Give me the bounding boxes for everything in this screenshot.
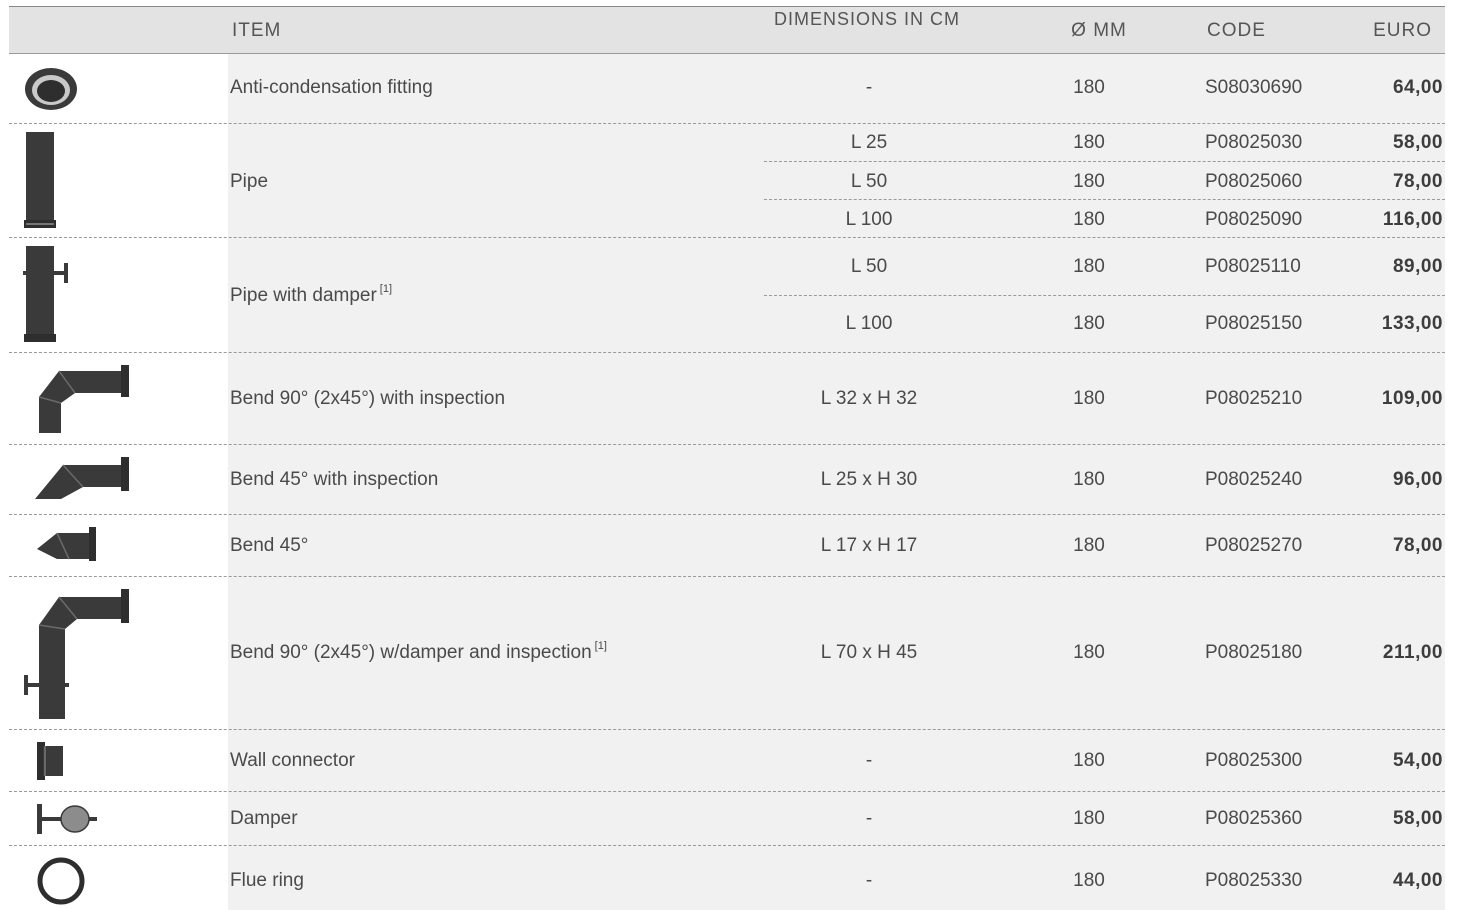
item-name: Anti-condensation fitting xyxy=(230,77,433,98)
price: 96,00 xyxy=(1392,469,1443,490)
diameter: 180 xyxy=(1073,870,1105,891)
code: P08025180 xyxy=(1205,642,1303,663)
price: 78,00 xyxy=(1392,171,1443,192)
code: P08025360 xyxy=(1205,808,1303,829)
table-row: Bend 90° (2x45°) w/damper and inspection… xyxy=(9,577,1445,730)
diameter: 180 xyxy=(1073,642,1105,663)
header-code: CODE xyxy=(1207,20,1266,41)
table-header: ITEM DIMENSIONS IN CM Ø MM CODE EURO xyxy=(9,7,1445,54)
code: P08025210 xyxy=(1205,388,1303,409)
price: 109,00 xyxy=(1381,388,1443,409)
price: 116,00 xyxy=(1382,209,1443,230)
pipe-icon xyxy=(24,132,56,228)
bend-90-damper-icon xyxy=(24,589,129,719)
diameter: 180 xyxy=(1073,469,1105,490)
dimension: L 50 xyxy=(850,256,888,277)
code: P08025300 xyxy=(1205,750,1303,771)
flue-ring-icon xyxy=(37,857,85,905)
diameter: 180 xyxy=(1073,313,1105,334)
diameter: 180 xyxy=(1073,750,1105,771)
table-row: Flue ring - 180 P08025330 44,00 xyxy=(9,846,1445,910)
footnote-marker: [1] xyxy=(594,640,607,652)
price: 211,00 xyxy=(1382,642,1443,663)
dimension: - xyxy=(865,77,873,98)
anti-condensation-fitting-icon xyxy=(25,68,77,110)
dimension: - xyxy=(865,750,873,771)
table-row: Anti-condensation fitting - 180 S0803069… xyxy=(9,54,1445,124)
code: P08025090 xyxy=(1205,209,1303,230)
diameter: 180 xyxy=(1073,132,1105,153)
table-row: Damper - 180 P08025360 58,00 xyxy=(9,792,1445,846)
code: P08025110 xyxy=(1205,256,1301,277)
header-euro: EURO xyxy=(1373,20,1432,41)
item-name: Damper xyxy=(230,808,298,829)
item-name: Bend 90° (2x45°) w/damper and inspection… xyxy=(230,640,607,664)
pipe-with-damper-icon xyxy=(23,246,68,342)
code: P08025150 xyxy=(1205,313,1303,334)
dimension: L 32 x H 32 xyxy=(820,388,918,409)
code: S08030690 xyxy=(1205,77,1303,98)
diameter: 180 xyxy=(1073,256,1105,277)
dimension: - xyxy=(865,808,873,829)
wall-connector-icon xyxy=(37,742,63,780)
dimension: L 100 xyxy=(845,209,893,230)
price: 78,00 xyxy=(1392,535,1443,556)
damper-icon xyxy=(37,804,97,834)
dimension: L 25 xyxy=(850,132,888,153)
diameter: 180 xyxy=(1073,209,1105,230)
item-name-text: Pipe with damper xyxy=(230,285,377,306)
header-dimensions: DIMENSIONS IN CM xyxy=(773,9,960,29)
dimension: L 100 xyxy=(845,313,893,334)
diameter: 180 xyxy=(1073,388,1105,409)
item-name: Wall connector xyxy=(230,750,355,771)
code: P08025240 xyxy=(1205,469,1303,490)
header-diameter: Ø MM xyxy=(1071,20,1127,41)
table-row: Bend 90° (2x45°) with inspection L 32 x … xyxy=(9,353,1445,445)
diameter: 180 xyxy=(1073,171,1105,192)
item-name: Bend 45° with inspection xyxy=(230,469,439,490)
dimension: L 25 x H 30 xyxy=(820,469,918,490)
diameter: 180 xyxy=(1073,77,1105,98)
dimension: L 50 xyxy=(850,171,888,192)
item-name: Bend 45° xyxy=(230,535,309,556)
price: 64,00 xyxy=(1392,77,1443,98)
dimension: L 17 x H 17 xyxy=(820,535,918,556)
table-row: Pipe L 25 180 P08025030 58,00 L 50 180 P… xyxy=(9,124,1445,238)
price: 133,00 xyxy=(1381,313,1443,334)
price: 58,00 xyxy=(1392,808,1443,829)
table-row: Bend 45° with inspection L 25 x H 30 180… xyxy=(9,445,1445,515)
item-name: Pipe with damper [1] xyxy=(230,283,393,307)
price: 44,00 xyxy=(1392,870,1443,891)
price: 58,00 xyxy=(1392,132,1443,153)
bend-45-inspection-icon xyxy=(35,457,129,499)
table-row: Pipe with damper [1] L 50 180 P08025110 8… xyxy=(9,238,1445,353)
item-name: Flue ring xyxy=(230,870,304,891)
item-name-text: Bend 90° (2x45°) w/damper and inspection xyxy=(230,642,592,663)
table-row: Wall connector - 180 P08025300 54,00 xyxy=(9,730,1445,792)
code: P08025030 xyxy=(1205,132,1303,153)
item-name: Bend 90° (2x45°) with inspection xyxy=(230,388,506,409)
price: 89,00 xyxy=(1392,256,1443,277)
table-row: Bend 45° L 17 x H 17 180 P08025270 78,00 xyxy=(9,515,1445,577)
code: P08025270 xyxy=(1205,535,1303,556)
footnote-marker: [1] xyxy=(379,283,393,295)
bend-90-icon xyxy=(38,365,129,433)
item-name: Pipe xyxy=(230,171,269,192)
header-item: ITEM xyxy=(232,20,282,41)
diameter: 180 xyxy=(1073,808,1105,829)
dimension: L 70 x H 45 xyxy=(820,642,918,663)
price: 54,00 xyxy=(1392,750,1443,771)
diameter: 180 xyxy=(1073,535,1105,556)
dimension: - xyxy=(865,870,873,891)
code: P08025060 xyxy=(1205,171,1303,192)
code: P08025330 xyxy=(1205,870,1303,891)
bend-45-icon xyxy=(37,527,96,561)
